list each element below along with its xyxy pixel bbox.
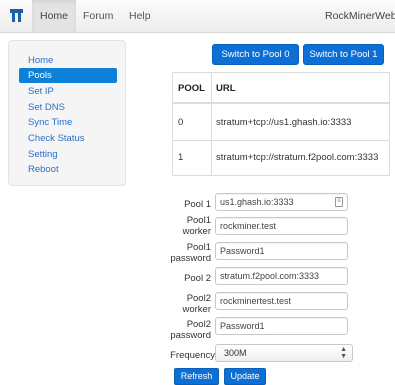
table-cell-url: stratum+tcp://stratum.f2pool.com:3333 (216, 152, 379, 163)
switch-pool0-button[interactable]: Switch to Pool 0 (212, 44, 299, 65)
pool2-url-input[interactable]: stratum.f2pool.com:3333 (215, 267, 348, 285)
pool1-worker-label: Pool1 worker (182, 215, 211, 237)
pool-table: POOL URL 0 stratum+tcp://us1.ghash.io:33… (172, 72, 390, 176)
update-button[interactable]: Update (224, 368, 266, 385)
nav-tab-home[interactable]: Home (32, 0, 76, 32)
frequency-value: 300M (224, 348, 247, 358)
contact-card-icon[interactable]: ≡ (335, 197, 343, 207)
nav-tab-forum[interactable]: Forum (83, 0, 113, 32)
sidebar: Home Pools Set IP Set DNS Sync Time Chec… (8, 40, 126, 186)
table-cell-pool: 1 (178, 152, 184, 163)
sidebar-item-pools[interactable]: Pools (19, 68, 117, 83)
pool1-password-label: Pool1 password (170, 242, 211, 264)
sidebar-item-home[interactable]: Home (19, 53, 117, 68)
sidebar-item-check-status[interactable]: Check Status (19, 131, 117, 146)
switch-pool1-button[interactable]: Switch to Pool 1 (303, 44, 384, 65)
pool2-password-label: Pool2 password (170, 319, 211, 341)
sidebar-item-reboot[interactable]: Reboot (19, 162, 117, 177)
top-navbar: Home Forum Help RockMinerWeb v (0, 0, 395, 33)
logo-icon (10, 9, 23, 22)
pool1-label: Pool 1 (184, 199, 211, 210)
sidebar-item-set-dns[interactable]: Set DNS (19, 100, 117, 115)
brand-title: RockMinerWeb v (325, 10, 395, 22)
nav-tab-help[interactable]: Help (129, 0, 151, 32)
pool2-label: Pool 2 (184, 273, 211, 284)
table-cell-pool: 0 (178, 117, 184, 128)
refresh-button[interactable]: Refresh (174, 368, 219, 385)
pool1-password-input[interactable]: Password1 (215, 242, 348, 260)
table-header-url: URL (216, 83, 236, 94)
table-header-pool: POOL (178, 83, 205, 94)
table-cell-url: stratum+tcp://us1.ghash.io:3333 (216, 117, 352, 128)
select-arrows-icon: ▲ ▼ (340, 346, 347, 360)
pool1-worker-input[interactable]: rockminer.test (215, 217, 348, 235)
frequency-label: Frequency (170, 350, 215, 361)
pool2-worker-input[interactable]: rockminertest.test (215, 292, 348, 310)
pool2-password-input[interactable]: Password1 (215, 317, 348, 335)
sidebar-item-sync-time[interactable]: Sync Time (19, 115, 117, 130)
sidebar-item-set-ip[interactable]: Set IP (19, 84, 117, 99)
pool1-url-input[interactable]: us1.ghash.io:3333 ≡ (215, 193, 348, 211)
sidebar-item-setting[interactable]: Setting (19, 147, 117, 162)
frequency-select[interactable]: 300M ▲ ▼ (215, 344, 353, 362)
pool1-url-value: us1.ghash.io:3333 (220, 197, 294, 207)
pool2-worker-label: Pool2 worker (182, 293, 211, 315)
